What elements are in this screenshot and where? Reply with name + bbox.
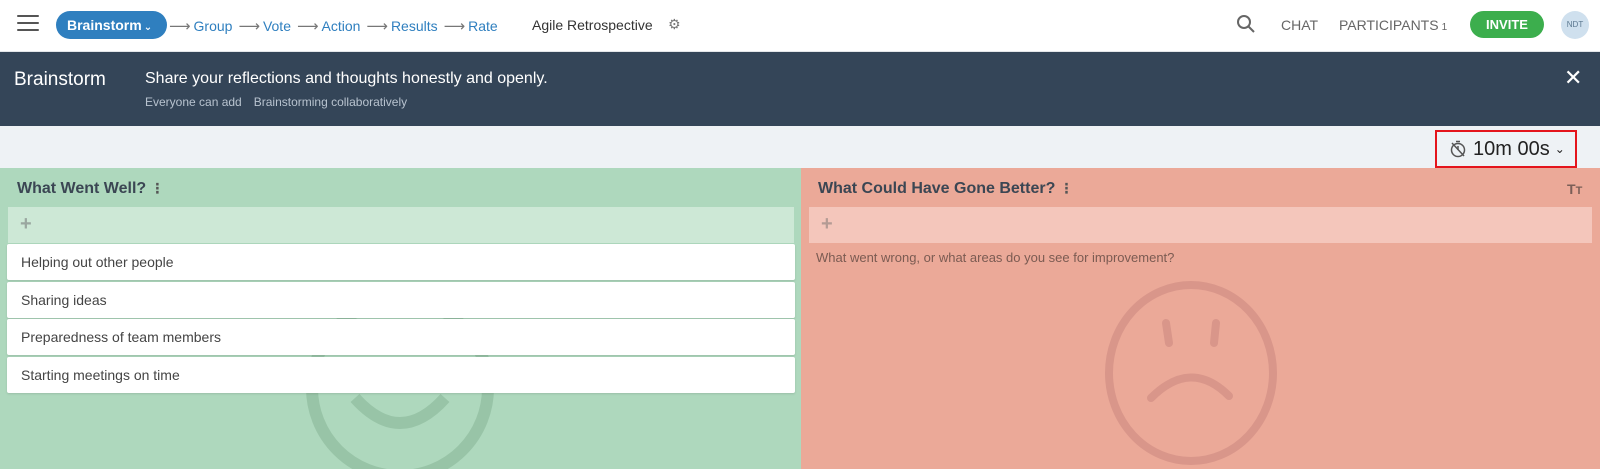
card[interactable]: Preparedness of team members <box>7 319 795 355</box>
banner-meta-item: Brainstorming collaboratively <box>253 95 408 109</box>
add-card-button[interactable]: + <box>8 207 794 243</box>
close-icon[interactable]: ✕ <box>1564 67 1582 89</box>
arrow-right-icon: ⟶ <box>443 18 466 35</box>
plus-icon: + <box>821 213 833 235</box>
card[interactable]: Sharing ideas <box>7 282 795 318</box>
participants-link[interactable]: PARTICIPANTS 1 <box>1339 17 1447 33</box>
step-results[interactable]: Results <box>391 18 438 34</box>
chat-link[interactable]: CHAT <box>1281 17 1318 33</box>
avatar[interactable]: NDT <box>1561 11 1589 39</box>
plus-icon: + <box>20 213 32 235</box>
text-size-icon[interactable]: TT <box>1567 181 1582 197</box>
column-went-well: What Went Well? ⋮ + Helping out other peo… <box>0 168 801 469</box>
banner-description: Share your reflections and thoughts hone… <box>145 70 548 87</box>
invite-button[interactable]: INVITE <box>1470 11 1544 38</box>
phase-banner: Brainstorm Share your reflections and th… <box>0 52 1600 126</box>
arrow-right-icon: ⟶ <box>238 18 260 35</box>
card[interactable]: Starting meetings on time <box>7 357 795 393</box>
column-title: What Went Well? ⋮ <box>17 180 164 198</box>
arrow-right-icon: ⟶ <box>169 18 191 35</box>
timer-dropdown[interactable]: 10m 00s ⌄ <box>1435 130 1577 168</box>
column-placeholder: What went wrong, or what areas do you se… <box>816 250 1175 265</box>
column-title-text: What Went Well? <box>17 180 147 197</box>
step-action[interactable]: Action <box>322 18 361 34</box>
participants-count: 1 <box>1441 22 1448 33</box>
step-group[interactable]: Group <box>194 18 233 34</box>
search-icon[interactable] <box>1236 14 1256 34</box>
add-card-button[interactable]: + <box>809 207 1592 243</box>
banner-meta-item: Everyone can add <box>145 95 242 109</box>
column-could-be-better: What Could Have Gone Better? ⋮ TT + What … <box>801 168 1600 469</box>
banner-meta: Everyone can add Brainstorming collaborat… <box>145 95 419 109</box>
step-navigation: ⟶ Group ⟶ Vote ⟶ Action ⟶ Results ⟶ Rate <box>166 0 501 52</box>
sad-face-icon <box>1105 281 1277 465</box>
step-rate[interactable]: Rate <box>468 18 498 34</box>
menu-icon[interactable] <box>17 15 39 33</box>
stopwatch-icon <box>1450 140 1466 158</box>
kebab-icon[interactable]: ⋮ <box>150 180 164 196</box>
card[interactable]: Helping out other people <box>7 244 795 280</box>
column-title-text: What Could Have Gone Better? <box>818 180 1056 197</box>
timer-value: 10m 00s <box>1473 137 1550 160</box>
current-step-dropdown[interactable]: Brainstorm ⌄ <box>56 11 167 39</box>
gear-icon[interactable]: ⚙ <box>668 17 682 31</box>
participants-label: PARTICIPANTS <box>1339 17 1439 33</box>
step-vote[interactable]: Vote <box>263 18 291 34</box>
timer-bar: 10m 00s ⌄ <box>0 126 1600 168</box>
retro-title: Agile Retrospective <box>532 17 653 33</box>
chevron-down-icon: ⌄ <box>1554 142 1565 156</box>
kebab-icon[interactable]: ⋮ <box>1059 180 1073 196</box>
arrow-right-icon: ⟶ <box>366 18 388 35</box>
banner-title: Brainstorm <box>14 69 106 90</box>
column-title: What Could Have Gone Better? ⋮ <box>818 180 1073 198</box>
chevron-down-icon: ⌄ <box>143 22 153 33</box>
top-bar: Brainstorm ⌄ ⟶ Group ⟶ Vote ⟶ Action ⟶ Re… <box>0 0 1600 52</box>
arrow-right-icon: ⟶ <box>296 18 319 35</box>
current-step-label: Brainstorm <box>67 17 142 33</box>
